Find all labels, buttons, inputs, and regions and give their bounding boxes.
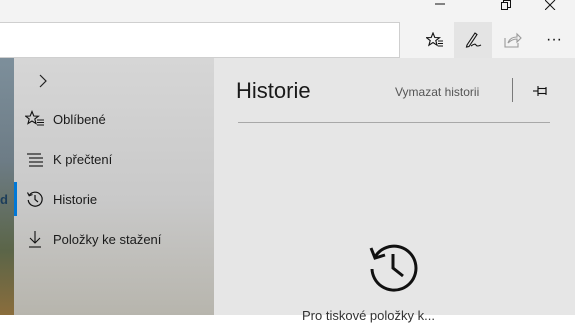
web-notes-button[interactable]: [454, 22, 492, 58]
history-icon: [24, 188, 46, 210]
chevron-right-icon: [39, 74, 47, 88]
hub-expand-button[interactable]: [28, 66, 58, 96]
hub-item-favorites[interactable]: Oblíbené: [14, 100, 214, 138]
title-bar: [0, 0, 575, 22]
pin-button[interactable]: [530, 80, 552, 102]
hub-navigation: Oblíbené K přečtení Historie Položky ke …: [14, 58, 214, 315]
empty-history-message: Pro tiskové položky k...: [302, 308, 435, 323]
panel-title: Historie: [236, 78, 311, 103]
panel-divider: [238, 122, 550, 123]
hub-item-label: Oblíbené: [53, 111, 106, 127]
restore-button[interactable]: [486, 0, 526, 10]
star-list-icon: [24, 108, 46, 130]
hub-item-label: Historie: [53, 191, 98, 207]
history-empty-icon: [369, 244, 418, 292]
hub-item-label: Položky ke stažení: [53, 231, 162, 247]
divider: [512, 78, 513, 102]
favorites-star-icon: [426, 32, 443, 47]
address-bar[interactable]: [0, 22, 400, 58]
clear-history-link[interactable]: Vymazat historii: [395, 85, 479, 99]
page-content-strip: d: [0, 58, 14, 315]
pin-icon: [533, 86, 547, 96]
more-button[interactable]: ···: [535, 22, 573, 58]
share-button[interactable]: [494, 22, 532, 58]
favorites-button[interactable]: [416, 22, 454, 58]
hub-item-history[interactable]: Historie: [14, 180, 214, 218]
hub-item-label: K přečtení: [53, 151, 113, 167]
page-partial-text: d: [0, 192, 8, 207]
share-icon: [504, 32, 522, 48]
reading-list-icon: [24, 148, 46, 170]
download-icon: [24, 228, 46, 250]
history-panel: Historie Vymazat historii Pro tiskové po…: [214, 58, 575, 323]
minimize-button[interactable]: [420, 0, 460, 10]
more-icon: ···: [546, 31, 562, 48]
close-icon: [544, 0, 555, 10]
restore-icon: [500, 0, 511, 10]
pen-notes-icon: [465, 32, 482, 48]
close-button[interactable]: [530, 0, 570, 10]
hub-item-downloads[interactable]: Položky ke stažení: [14, 220, 214, 258]
hub-item-reading-list[interactable]: K přečtení: [14, 140, 214, 178]
minimize-icon: [434, 3, 445, 5]
